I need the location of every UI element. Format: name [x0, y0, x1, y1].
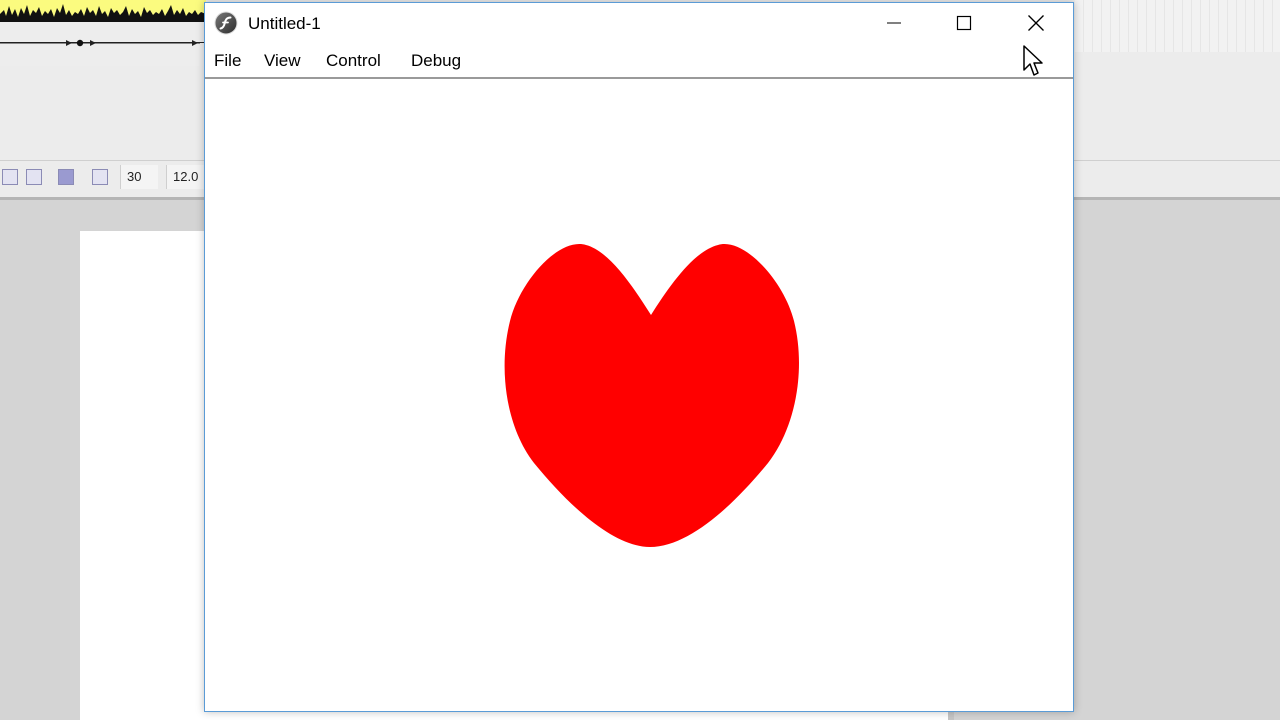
onion-outline-icon[interactable] — [26, 169, 42, 185]
heart-shape — [504, 244, 799, 548]
menu-control[interactable]: Control — [326, 50, 381, 72]
timeline-frames-grid — [1075, 0, 1280, 52]
mouse-cursor-icon — [1023, 45, 1043, 76]
close-button[interactable] — [1001, 3, 1071, 43]
edit-multiple-frames-icon[interactable] — [58, 169, 74, 185]
modify-markers-icon[interactable] — [92, 169, 108, 185]
menu-file[interactable]: File — [214, 50, 241, 72]
fps-field[interactable]: 30 — [120, 165, 158, 189]
audio-waveform — [0, 0, 206, 22]
menu-bar: File View Control Debug — [205, 43, 1073, 79]
window-title: Untitled-1 — [248, 14, 321, 33]
close-icon — [1028, 15, 1044, 31]
maximize-icon — [956, 15, 972, 31]
player-stage[interactable] — [205, 79, 1073, 711]
player-window: Untitled-1 File View Control Debug — [204, 2, 1074, 712]
menu-view[interactable]: View — [264, 50, 301, 72]
time-field[interactable]: 12.0 — [166, 165, 206, 189]
timeline-track — [0, 22, 206, 66]
onion-skin-icon[interactable] — [2, 169, 18, 185]
maximize-button[interactable] — [929, 3, 999, 43]
minimize-icon — [887, 22, 901, 24]
menu-debug[interactable]: Debug — [411, 50, 461, 72]
minimize-button[interactable] — [859, 3, 929, 43]
title-bar[interactable]: Untitled-1 — [205, 3, 1073, 43]
flash-player-icon — [214, 11, 238, 35]
